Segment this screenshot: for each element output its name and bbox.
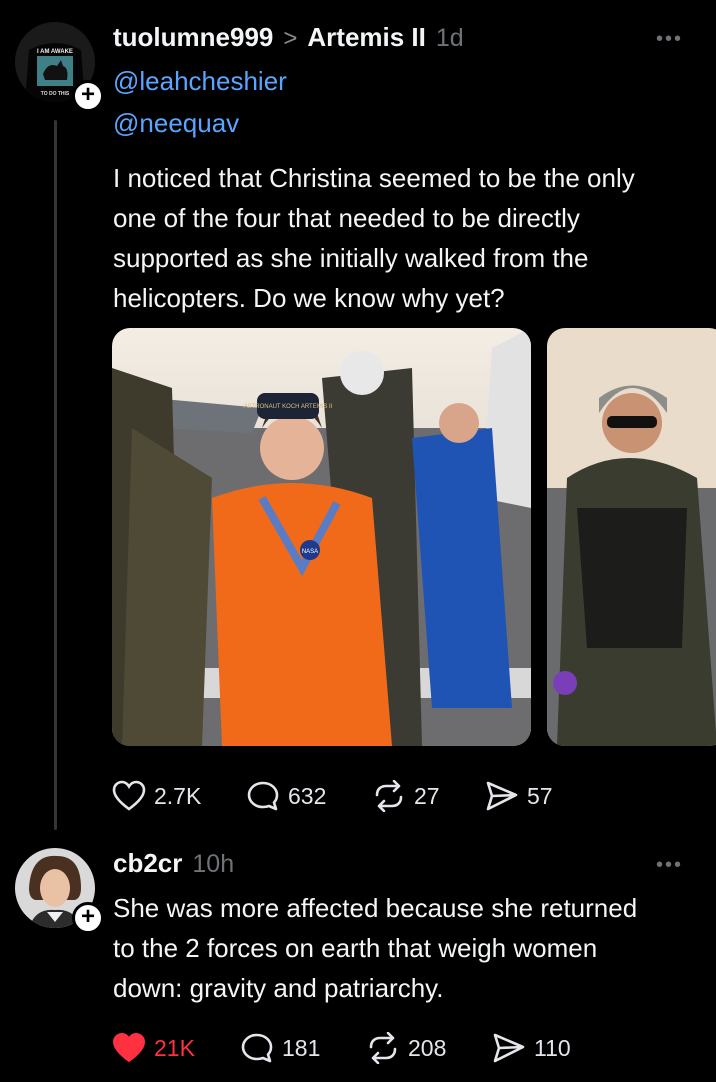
heart-filled-icon (112, 1032, 146, 1063)
chevron-right-icon: > (283, 25, 298, 52)
post-text: I noticed that Christina seemed to be th… (113, 158, 703, 318)
timestamp: 1d (435, 24, 464, 52)
reply-header: cb2cr 10h (113, 848, 234, 879)
reply-text: She was more affected because she return… (113, 888, 703, 1008)
patch-text: NASA (302, 549, 318, 555)
share-button[interactable]: 110 (492, 1032, 592, 1064)
crew-member-photo (547, 328, 716, 746)
post-text-line: helicopters. Do we know why yet? (113, 283, 505, 313)
reply-text-line: to the 2 forces on earth that weigh wome… (113, 933, 598, 963)
follow-plus-button[interactable]: + (72, 80, 104, 112)
cap-text: ASTRONAUT KOCH ARTEMIS II (244, 404, 333, 410)
comment-icon (247, 781, 279, 811)
comment-icon (241, 1033, 273, 1063)
like-button[interactable]: 21K (112, 1032, 240, 1064)
post-text-line: one of the four that needed to be direct… (113, 203, 580, 233)
heart-icon (112, 780, 146, 811)
repost-icon (375, 780, 403, 812)
post-photo-1[interactable]: ASTRONAUT KOCH ARTEMIS II NASA (112, 328, 531, 746)
share-button[interactable]: 57 (485, 780, 575, 812)
mention-link[interactable]: @neequav (113, 108, 239, 139)
like-count: 21K (154, 1034, 195, 1061)
follow-plus-button[interactable]: + (72, 902, 104, 934)
share-count: 57 (527, 782, 553, 809)
repost-icon (369, 1032, 397, 1064)
share-count: 110 (534, 1034, 571, 1061)
thread-line (54, 120, 57, 830)
reply-text-line: She was more affected because she return… (113, 893, 638, 923)
avatar-text-bottom: TO DO THIS (41, 91, 70, 97)
astronaut-photo: ASTRONAUT KOCH ARTEMIS II NASA (112, 328, 531, 746)
timestamp: 10h (192, 850, 235, 878)
post-text-line: I noticed that Christina seemed to be th… (113, 163, 635, 193)
more-options-icon[interactable]: ••• (656, 854, 683, 877)
reply-count: 181 (282, 1034, 321, 1061)
reply-button[interactable]: 181 (240, 1032, 366, 1064)
repost-button[interactable]: 208 (366, 1032, 492, 1064)
like-count: 2.7K (154, 782, 202, 809)
post-text-line: supported as she initially walked from t… (113, 243, 589, 273)
post-header: tuolumne999 > Artemis II 1d (113, 22, 464, 53)
reply-button[interactable]: 632 (246, 780, 372, 812)
repost-count: 27 (414, 782, 440, 809)
repost-count: 208 (408, 1034, 447, 1061)
more-options-icon[interactable]: ••• (656, 28, 683, 51)
reply-count: 632 (288, 782, 327, 809)
repost-button[interactable]: 27 (372, 780, 485, 812)
topic-tag[interactable]: Artemis II (307, 22, 426, 53)
username[interactable]: cb2cr (113, 848, 182, 879)
post-actions: 2.7K 632 27 57 (112, 780, 575, 812)
post-photo-2[interactable] (547, 328, 716, 746)
reply-actions: 21K 181 208 110 (112, 1032, 592, 1064)
send-icon (486, 781, 518, 811)
reply-text-line: down: gravity and patriarchy. (113, 973, 444, 1003)
avatar-text-top: I AM AWAKE (37, 49, 73, 55)
send-icon (493, 1033, 525, 1063)
username[interactable]: tuolumne999 (113, 22, 273, 53)
mention-link[interactable]: @leahcheshier (113, 66, 287, 97)
like-button[interactable]: 2.7K (112, 780, 246, 812)
